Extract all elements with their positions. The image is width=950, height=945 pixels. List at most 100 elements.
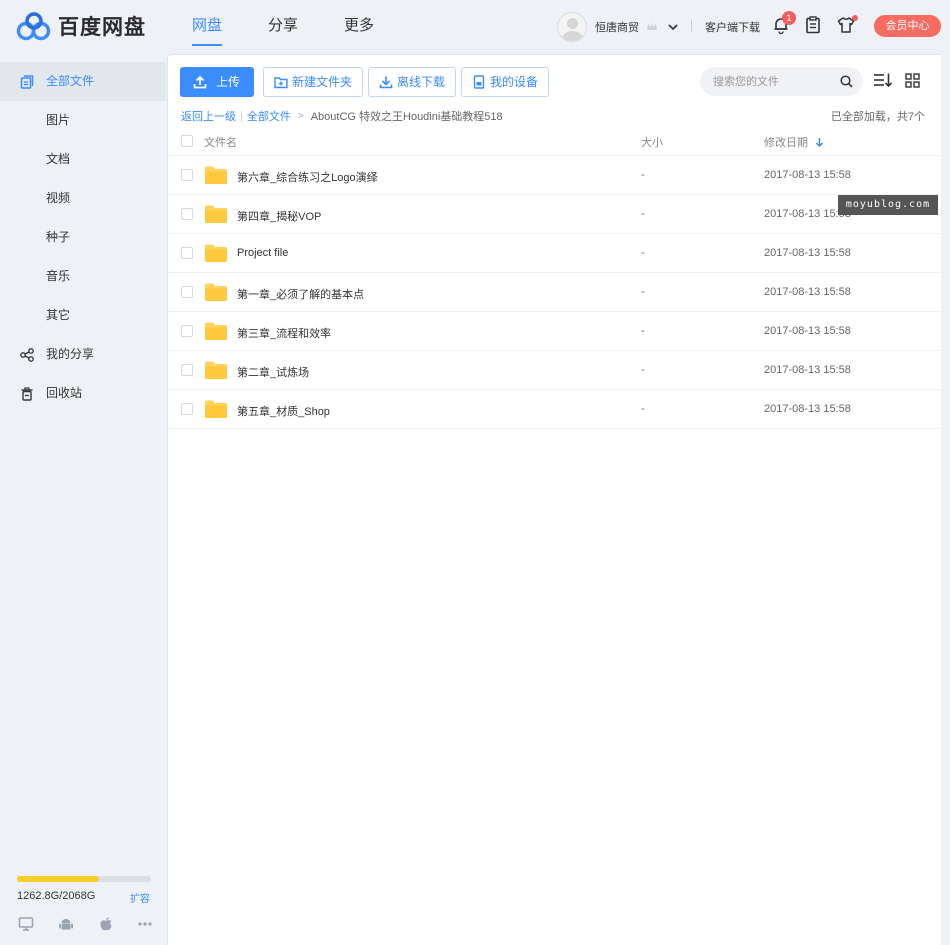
file-date: 2017-08-13 15:58 [764,325,851,337]
search-input[interactable] [713,67,833,96]
download-icon [379,76,393,89]
file-size: - [641,169,645,181]
file-name[interactable]: 第一章_必须了解的基本点 [237,286,364,302]
username[interactable]: 恒唐商贸 [595,19,639,35]
sidebar-item-torrents[interactable]: 种子 [0,218,166,257]
expand-storage-link[interactable]: 扩容 [130,890,150,905]
apple-icon[interactable] [98,916,114,932]
sidebar-item-images[interactable]: 图片 [0,101,166,140]
file-name[interactable]: 第六章_综合练习之Logo演绎 [237,169,378,185]
sidebar-item-videos[interactable]: 视频 [0,179,166,218]
table-row[interactable]: 第六章_综合练习之Logo演绎 - 2017-08-13 15:58 [168,156,942,195]
file-name[interactable]: 第二章_试炼场 [237,364,309,380]
folder-icon [205,322,227,340]
my-devices-label: 我的设备 [490,75,539,89]
file-panel: 上传 新建文件夹 离线下载 我的设备 搜索您的文件 返回上一级 | 全部文件 >… [167,54,942,945]
new-folder-button[interactable]: 新建文件夹 [263,67,364,97]
user-menu[interactable]: 恒唐商贸 [557,12,679,42]
vip-crown-icon [645,20,659,34]
sidebar-item-label: 其它 [46,308,71,322]
file-date: 2017-08-13 15:58 [764,286,851,298]
all-files-icon [20,75,34,89]
table-row[interactable]: Project file - 2017-08-13 15:58 [168,234,942,273]
chevron-down-icon[interactable] [667,21,679,33]
folder-icon [205,205,227,223]
row-checkbox[interactable] [181,169,193,181]
baidu-cloud-logo-icon [16,12,51,41]
client-download-link[interactable]: 客户端下载 [705,19,760,35]
offline-download-button[interactable]: 离线下载 [368,67,457,97]
sidebar-item-documents[interactable]: 文档 [0,140,166,179]
my-devices-button[interactable]: 我的设备 [461,67,550,97]
breadcrumb-current: AboutCG 特效之王Houdini基础教程518 [310,111,503,123]
file-name[interactable]: 第三章_流程和效率 [237,325,331,341]
file-name[interactable]: 第五章_材质_Shop [237,403,330,419]
nav-netdisk[interactable]: 网盘 [192,0,223,54]
row-checkbox[interactable] [181,208,193,220]
file-date: 2017-08-13 15:58 [764,169,851,181]
nav-share[interactable]: 分享 [268,0,298,54]
vip-center-button[interactable]: 会员中心 [874,15,941,37]
clipboard-icon[interactable] [803,15,823,35]
share-icon [20,348,34,362]
folder-icon [205,283,227,301]
column-date-header[interactable]: 修改日期 [764,134,824,150]
sidebar-item-my-share[interactable]: 我的分享 [0,335,166,374]
file-name[interactable]: 第四章_揭秘VOP [237,208,321,224]
trash-icon [21,387,33,401]
sidebar-item-other[interactable]: 其它 [0,296,166,335]
sort-icon[interactable] [873,72,893,88]
folder-icon [205,244,227,262]
folder-icon [205,400,227,418]
select-all-checkbox[interactable] [181,135,193,147]
grid-view-icon[interactable] [905,73,920,88]
folder-icon [205,166,227,184]
top-bar: 百度网盘 网盘 分享 更多 恒唐商贸 客户端下载 1 会员中心 [0,0,950,54]
brand-name: 百度网盘 [58,16,146,39]
search-icon[interactable] [840,75,853,88]
row-checkbox[interactable] [181,247,193,259]
new-folder-label: 新建文件夹 [292,75,353,89]
file-date: 2017-08-13 15:58 [764,247,851,259]
storage-quota-fill [17,876,99,882]
breadcrumb: 返回上一级 | 全部文件 > AboutCG 特效之王Houdini基础教程51… [181,108,503,124]
column-size-header[interactable]: 大小 [641,134,663,150]
new-folder-icon [274,77,288,89]
file-size: - [641,247,645,259]
desktop-icon[interactable] [18,916,34,932]
table-row[interactable]: 第四章_揭秘VOP -2017-08-13 15:58 [168,195,942,234]
row-checkbox[interactable] [181,286,193,298]
file-size: - [641,208,645,220]
column-name-header[interactable]: 文件名 [204,134,237,150]
sidebar-item-music[interactable]: 音乐 [0,257,166,296]
more-icon[interactable] [137,916,153,932]
row-checkbox[interactable] [181,325,193,337]
table-row[interactable]: 第五章_材质_Shop - 2017-08-13 15:58 [168,390,942,429]
offline-download-label: 离线下载 [397,75,446,89]
sidebar-item-recycle-bin[interactable]: 回收站 [0,374,166,413]
breadcrumb-back[interactable]: 返回上一级 [181,108,236,124]
file-name[interactable]: Project file [237,247,288,259]
breadcrumb-all-files[interactable]: 全部文件 [247,108,291,124]
storage-quota-bar [17,876,151,882]
search-box [700,67,863,96]
sidebar-item-all-files[interactable]: 全部文件 [0,62,166,101]
sidebar-item-label: 图片 [46,113,71,127]
sidebar-item-label: 种子 [46,230,71,244]
breadcrumb-divider: | [240,110,243,122]
android-icon[interactable] [58,916,74,932]
logo[interactable]: 百度网盘 [16,11,146,41]
main-nav: 网盘 分享 更多 [192,0,420,54]
row-checkbox[interactable] [181,403,193,415]
sidebar-item-label: 音乐 [46,269,71,283]
file-date: 2017-08-13 15:58 [764,403,851,415]
watermark: moyublog.com [838,195,938,215]
table-row[interactable]: 第一章_必须了解的基本点 - 2017-08-13 15:58 [168,273,942,312]
nav-more[interactable]: 更多 [344,0,374,54]
file-date: 2017-08-13 15:58 [764,364,851,376]
table-row[interactable]: 第二章_试炼场 - 2017-08-13 15:58 [168,351,942,390]
avatar[interactable] [557,12,587,42]
table-row[interactable]: 第三章_流程和效率 - 2017-08-13 15:58 [168,312,942,351]
row-checkbox[interactable] [181,364,193,376]
upload-button[interactable]: 上传 [180,67,254,97]
